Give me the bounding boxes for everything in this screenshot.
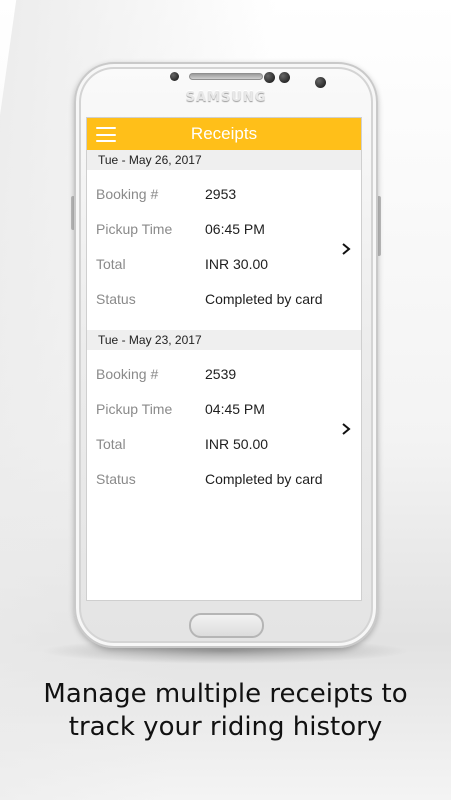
sensor-dot xyxy=(279,72,290,83)
total-label: Total xyxy=(96,256,126,272)
caption-line-2: track your riding history xyxy=(68,712,383,742)
status-value: Completed by card xyxy=(205,291,323,307)
chevron-right-icon[interactable] xyxy=(340,241,352,257)
booking-value: 2539 xyxy=(205,366,237,382)
receipt-card[interactable]: Booking # 2953 Pickup Time 06:45 PM Tota… xyxy=(87,170,361,330)
pickup-time-value: 04:45 PM xyxy=(205,401,265,417)
app-header: Receipts xyxy=(87,118,361,150)
receipt-card[interactable]: Booking # 2539 Pickup Time 04:45 PM Tota… xyxy=(87,350,361,510)
home-button xyxy=(189,613,264,638)
status-row: Status Completed by card xyxy=(87,291,337,311)
earpiece-speaker xyxy=(189,73,263,80)
total-value: INR 30.00 xyxy=(205,256,269,272)
pickup-time-label: Pickup Time xyxy=(96,401,173,417)
total-row: Total INR 50.00 xyxy=(87,436,337,456)
booking-label: Booking # xyxy=(96,366,159,382)
status-label: Status xyxy=(96,471,136,487)
chevron-right-icon[interactable] xyxy=(340,421,352,437)
receipt-date-header: Tue - May 26, 2017 xyxy=(87,150,361,170)
total-row: Total INR 30.00 xyxy=(87,256,337,276)
status-value: Completed by card xyxy=(205,471,323,487)
pickup-time-value: 06:45 PM xyxy=(205,221,265,237)
caption-line-1: Manage multiple receipts to xyxy=(43,679,408,709)
booking-row: Booking # 2953 xyxy=(87,186,337,206)
promo-caption: Manage multiple receipts to track your r… xyxy=(0,678,451,744)
page-title: Receipts xyxy=(190,124,258,143)
total-label: Total xyxy=(96,436,126,452)
total-value: INR 50.00 xyxy=(205,436,269,452)
pickup-time-label: Pickup Time xyxy=(96,221,173,237)
pickup-time-row: Pickup Time 04:45 PM xyxy=(87,401,337,421)
front-camera xyxy=(315,77,326,88)
sensor-dot xyxy=(170,72,179,81)
booking-label: Booking # xyxy=(96,186,159,202)
booking-row: Booking # 2539 xyxy=(87,366,337,386)
app-screen: Receipts Tue - May 26, 2017 Booking # 29… xyxy=(86,117,362,601)
booking-value: 2953 xyxy=(205,186,237,202)
device-brand: SAMSUNG xyxy=(185,90,267,105)
receipt-date-header: Tue - May 23, 2017 xyxy=(87,330,361,350)
pickup-time-row: Pickup Time 06:45 PM xyxy=(87,221,337,241)
sensor-dot xyxy=(264,72,275,83)
status-label: Status xyxy=(96,291,136,307)
status-row: Status Completed by card xyxy=(87,471,337,491)
